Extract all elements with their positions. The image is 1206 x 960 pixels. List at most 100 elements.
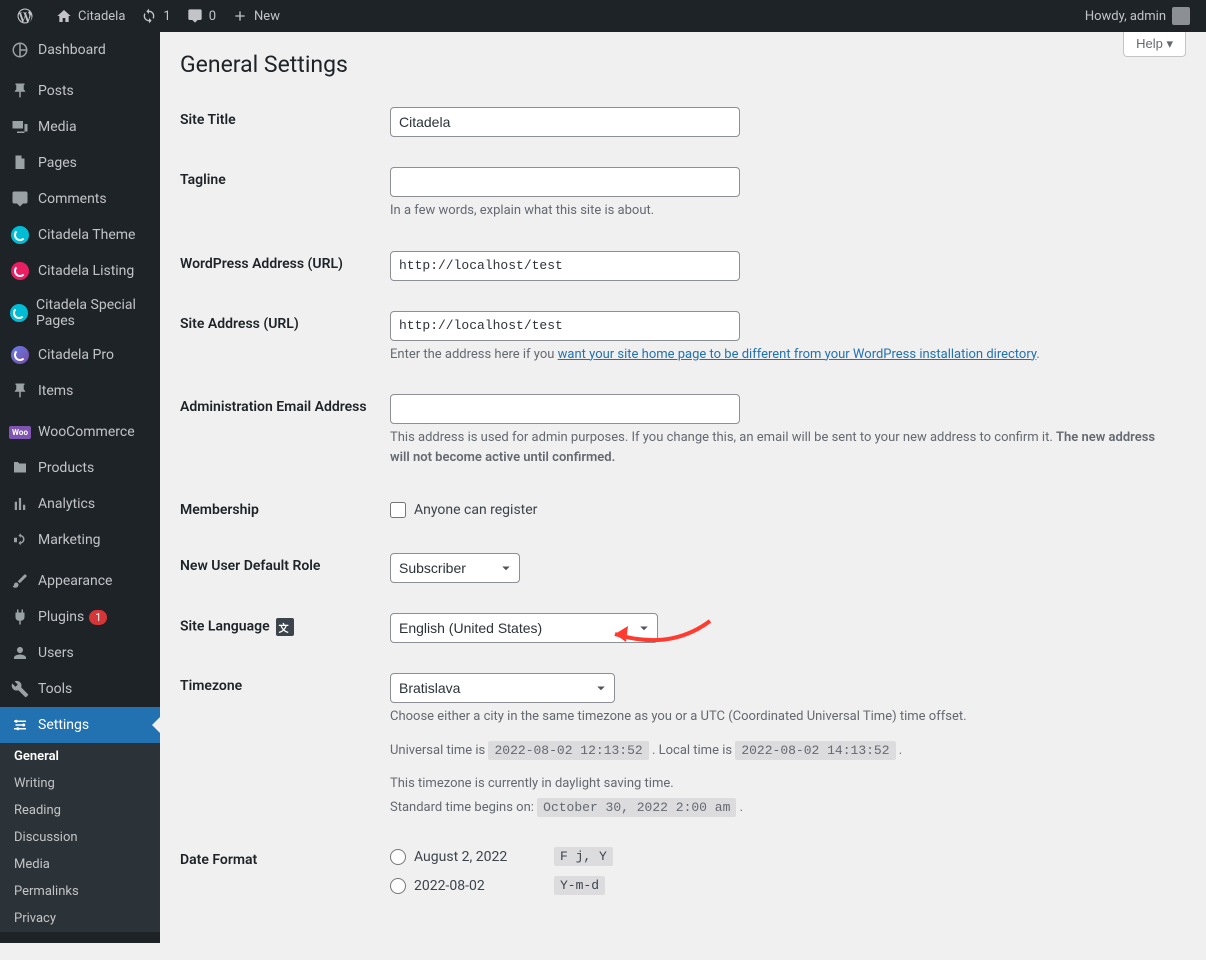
date-format-radio-2[interactable] xyxy=(390,878,406,894)
citadela-icon xyxy=(10,345,30,365)
date-format-code-2: Y-m-d xyxy=(554,876,605,895)
plugins-count-badge: 1 xyxy=(89,610,107,625)
default-role-select[interactable]: Subscriber xyxy=(390,553,520,583)
menu-citadela-theme[interactable]: Citadela Theme xyxy=(0,217,160,253)
site-language-select[interactable]: English (United States) xyxy=(390,613,658,643)
site-url-desc: Enter the address here if you want your … xyxy=(390,345,1176,365)
site-title-input[interactable] xyxy=(390,107,740,137)
brush-icon xyxy=(10,571,30,591)
label-site-title: Site Title xyxy=(180,92,380,152)
wp-url-input[interactable] xyxy=(390,251,740,281)
user-icon xyxy=(10,643,30,663)
translate-icon xyxy=(276,618,294,636)
timezone-select[interactable]: Bratislava xyxy=(390,673,615,703)
help-tab[interactable]: Help ▾ xyxy=(1123,32,1186,57)
submenu-writing[interactable]: Writing xyxy=(0,770,160,797)
date-format-radio-1[interactable] xyxy=(390,849,406,865)
label-default-role: New User Default Role xyxy=(180,538,380,598)
updates-count: 1 xyxy=(163,9,170,24)
membership-checkbox-label[interactable]: Anyone can register xyxy=(390,502,1176,518)
site-name-link[interactable]: Citadela xyxy=(48,0,133,32)
menu-label: Settings xyxy=(38,717,89,733)
menu-posts[interactable]: Posts xyxy=(0,73,160,109)
menu-comments[interactable]: Comments xyxy=(0,181,160,217)
tagline-input[interactable] xyxy=(390,167,740,197)
wp-logo[interactable] xyxy=(8,0,48,32)
label-timezone: Timezone xyxy=(180,658,380,832)
admin-email-input[interactable] xyxy=(390,394,740,424)
submenu-discussion[interactable]: Discussion xyxy=(0,824,160,851)
submenu-general[interactable]: General xyxy=(0,743,160,770)
menu-pages[interactable]: Pages xyxy=(0,145,160,181)
timezone-times: Universal time is 2022-08-02 12:13:52 . … xyxy=(390,741,1176,761)
dashboard-icon xyxy=(10,40,30,60)
menu-citadela-listing[interactable]: Citadela Listing xyxy=(0,253,160,289)
menu-appearance[interactable]: Appearance xyxy=(0,563,160,599)
new-label: New xyxy=(254,9,280,24)
settings-icon xyxy=(10,715,30,735)
menu-woocommerce[interactable]: Woo WooCommerce xyxy=(0,414,160,450)
menu-users[interactable]: Users xyxy=(0,635,160,671)
menu-label: Plugins xyxy=(38,609,84,625)
submenu-privacy[interactable]: Privacy xyxy=(0,905,160,932)
label-tagline: Tagline xyxy=(180,152,380,236)
menu-marketing[interactable]: Marketing xyxy=(0,522,160,558)
menu-label: Citadela Pro xyxy=(38,347,114,363)
menu-media[interactable]: Media xyxy=(0,109,160,145)
submenu-media[interactable]: Media xyxy=(0,851,160,878)
timezone-dst: This timezone is currently in daylight s… xyxy=(390,774,1176,794)
howdy-label: Howdy, admin xyxy=(1085,9,1166,24)
label-admin-email: Administration Email Address xyxy=(180,379,380,482)
product-icon xyxy=(10,458,30,478)
date-format-label-1: August 2, 2022 xyxy=(414,849,554,865)
citadela-icon xyxy=(10,225,30,245)
home-icon xyxy=(56,8,72,24)
site-url-help-link[interactable]: want your site home page to be different… xyxy=(558,347,1037,362)
menu-label: Citadela Theme xyxy=(38,227,135,243)
menu-label: Items xyxy=(38,383,73,399)
menu-items[interactable]: Items xyxy=(0,373,160,409)
admin-menu: Dashboard Posts Media Pages Comments Cit… xyxy=(0,32,160,943)
woo-icon: Woo xyxy=(10,422,30,442)
updates-link[interactable]: 1 xyxy=(133,0,178,32)
menu-label: Posts xyxy=(38,83,74,99)
plugin-icon xyxy=(10,607,30,627)
menu-citadela-special[interactable]: Citadela Special Pages xyxy=(0,289,160,337)
comment-icon xyxy=(10,189,30,209)
menu-label: Media xyxy=(38,119,77,135)
menu-plugins[interactable]: Plugins 1 xyxy=(0,599,160,635)
menu-label: Citadela Listing xyxy=(38,263,134,279)
megaphone-icon xyxy=(10,530,30,550)
menu-label: Users xyxy=(38,645,74,661)
chart-icon xyxy=(10,494,30,514)
submenu-permalinks[interactable]: Permalinks xyxy=(0,878,160,905)
submenu-reading[interactable]: Reading xyxy=(0,797,160,824)
menu-products[interactable]: Products xyxy=(0,450,160,486)
admin-toolbar: Citadela 1 0 New Howdy, admin xyxy=(0,0,1206,32)
update-icon xyxy=(141,8,157,24)
comments-link[interactable]: 0 xyxy=(179,0,224,32)
menu-label: WooCommerce xyxy=(38,424,135,440)
help-label: Help xyxy=(1136,36,1163,51)
menu-label: Products xyxy=(38,460,94,476)
menu-analytics[interactable]: Analytics xyxy=(0,486,160,522)
page-title: General Settings xyxy=(180,42,1186,82)
menu-settings[interactable]: Settings xyxy=(0,707,160,743)
menu-citadela-pro[interactable]: Citadela Pro xyxy=(0,337,160,373)
tagline-desc: In a few words, explain what this site i… xyxy=(390,201,1176,221)
my-account[interactable]: Howdy, admin xyxy=(1077,0,1198,32)
comments-count: 0 xyxy=(209,9,216,24)
menu-label: Citadela Special Pages xyxy=(36,297,150,329)
menu-tools[interactable]: Tools xyxy=(0,671,160,707)
menu-dashboard[interactable]: Dashboard xyxy=(0,32,160,68)
membership-checkbox[interactable] xyxy=(390,502,406,518)
site-url-input[interactable] xyxy=(390,311,740,341)
avatar xyxy=(1172,7,1190,25)
new-content-link[interactable]: New xyxy=(224,0,288,32)
menu-label: Dashboard xyxy=(38,42,106,58)
menu-label: Tools xyxy=(38,681,72,697)
menu-label: Analytics xyxy=(38,496,95,512)
menu-label: Pages xyxy=(38,155,77,171)
comment-icon xyxy=(187,8,203,24)
plus-icon xyxy=(232,8,248,24)
